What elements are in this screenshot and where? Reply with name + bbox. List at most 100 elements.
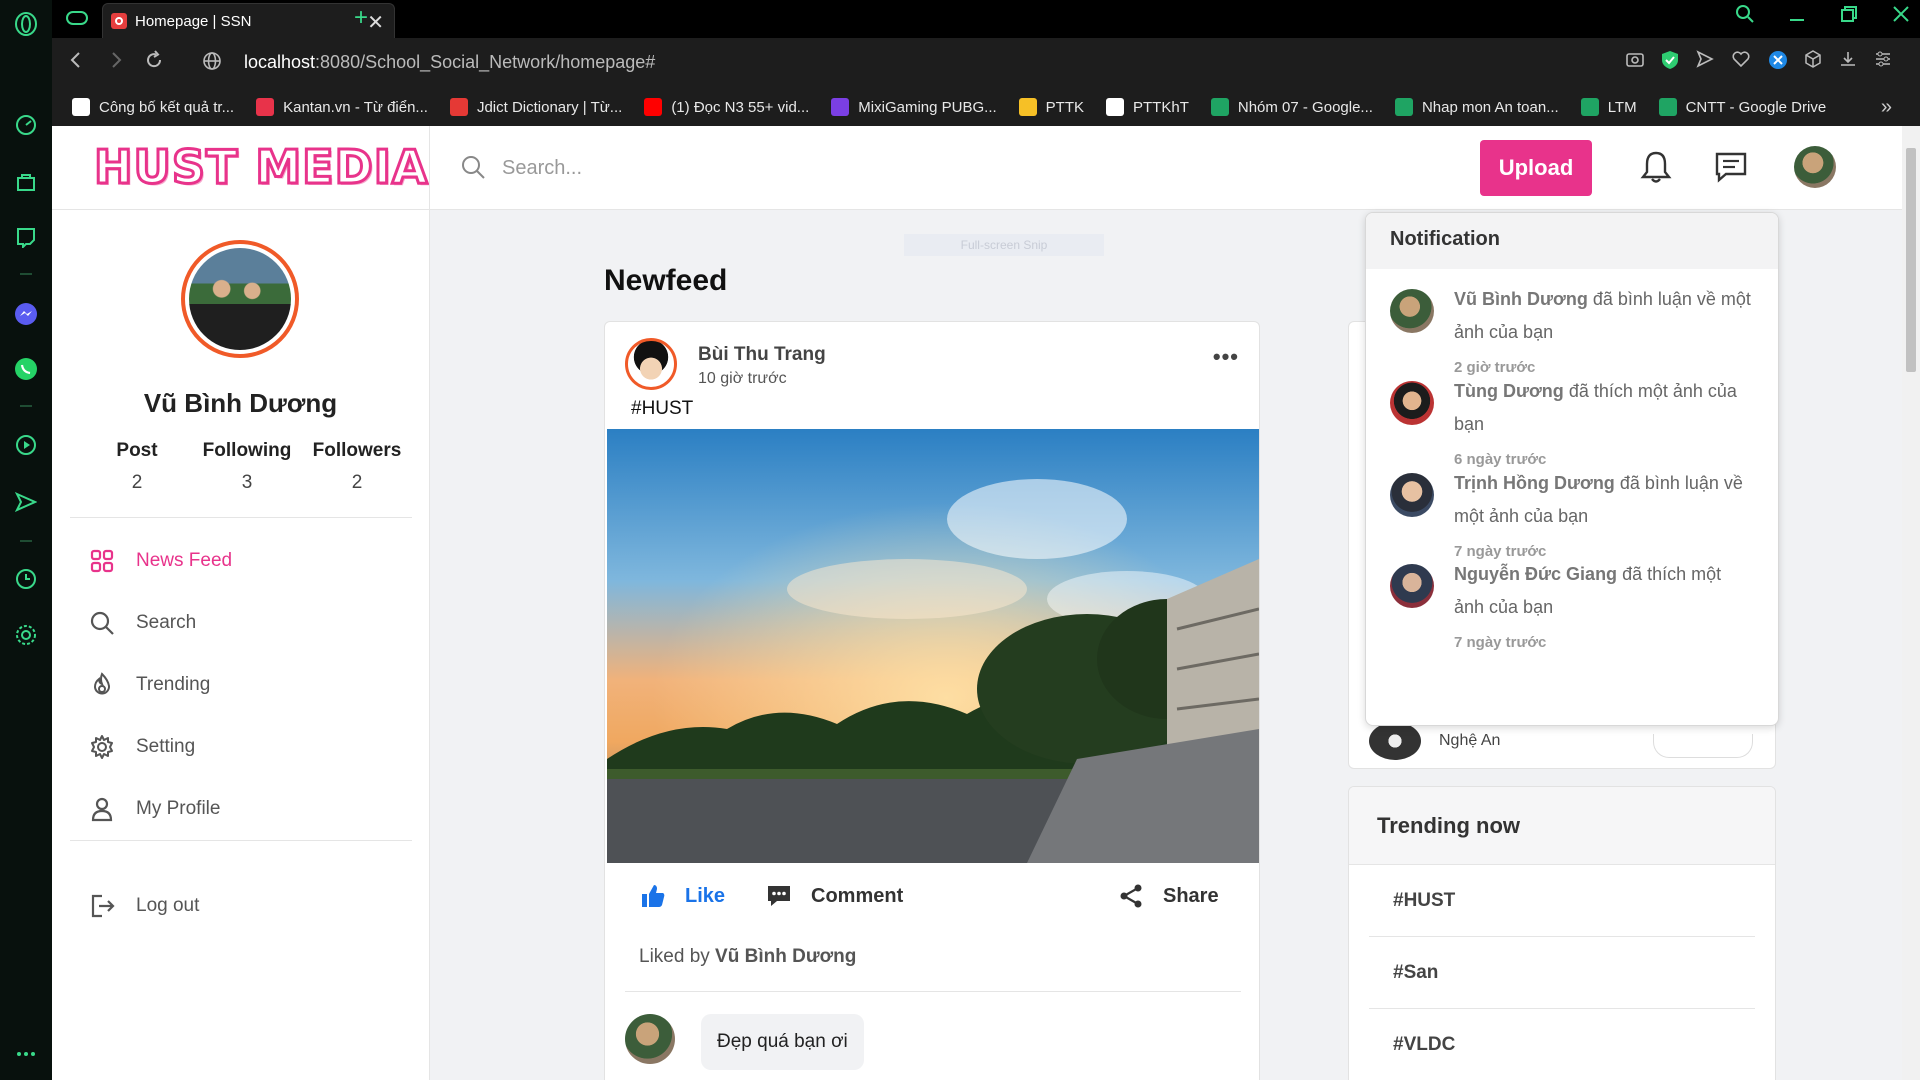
heart-icon[interactable] [1732,50,1750,73]
bookmarks-overflow-icon[interactable]: » [1881,96,1892,119]
bookmark-item[interactable]: Công bố kết quả tr... [72,98,234,116]
search-input[interactable] [502,148,1002,188]
menu-item-my-profile[interactable]: My Profile [88,778,232,840]
extension-icon[interactable] [1768,50,1788,75]
menu-label: My Profile [136,798,221,819]
like-button[interactable]: Like [639,882,725,910]
bookmark-item[interactable]: MixiGaming PUBG... [831,98,997,116]
new-tab-icon[interactable]: + [354,4,368,32]
minimize-icon[interactable] [1788,4,1806,30]
forward-icon[interactable] [108,48,124,78]
trending-item[interactable]: #VLDC [1369,1009,1755,1080]
post-author-avatar[interactable] [625,338,677,390]
close-window-icon[interactable] [1892,4,1910,30]
suggestion-avatar[interactable] [1369,722,1421,760]
bookmark-favicon-icon [1106,98,1125,116]
url-field[interactable]: localhost:8080/School_Social_Network/hom… [244,52,655,73]
stat-posts[interactable]: Post 2 [82,440,192,494]
bookmark-label: PTTKhT [1133,98,1189,116]
hust-media-logo[interactable]: HUST MEDIA [92,139,428,196]
camera-icon[interactable] [1625,50,1645,73]
player-icon[interactable] [14,433,38,457]
page-scrollbar[interactable] [1902,126,1920,1080]
notification-dropdown: Notification Vũ Bình Dương đã bình luận … [1365,212,1779,726]
logout-label: Log out [136,895,200,916]
grid-icon [90,549,114,573]
comment-avatar[interactable] [625,1014,675,1064]
scrollbar-thumb[interactable] [1906,148,1916,372]
divider [70,840,412,841]
left-sidebar: Vũ Bình Dương Post 2 Following 3 Followe… [52,210,429,1080]
bookmark-favicon-icon [644,98,663,116]
share-button[interactable]: Share [1117,882,1219,910]
address-bar: localhost:8080/School_Social_Network/hom… [52,38,1920,88]
bookmark-item[interactable]: PTTK [1018,98,1085,116]
trending-item[interactable]: #San [1369,937,1755,1009]
bookmark-item[interactable]: LTM [1580,98,1637,116]
bookmark-item[interactable]: Kantan.vn - Từ điển... [256,98,428,116]
speed-dial-icon[interactable] [14,113,38,137]
follow-button[interactable] [1653,734,1753,758]
restore-icon[interactable] [1840,4,1858,30]
shield-icon[interactable] [1661,50,1679,75]
comment-button[interactable]: Comment [765,882,903,910]
post-author-name[interactable]: Bùi Thu Trang [698,344,826,366]
header-avatar[interactable] [1794,146,1836,188]
reload-icon[interactable] [144,48,164,78]
close-tab-icon[interactable]: ✕ [367,10,384,35]
bookmark-favicon-icon [1210,98,1229,116]
snip-label: Full-screen Snip [904,234,1104,256]
shopping-icon[interactable] [14,170,38,194]
twitch-icon[interactable] [14,225,38,249]
stat-value: 3 [241,472,253,493]
post-image[interactable] [607,429,1259,863]
history-icon[interactable] [14,567,38,591]
menu-item-trending[interactable]: Trending [88,654,232,716]
bell-icon[interactable] [1637,148,1675,186]
notification-avatar [1390,473,1434,517]
back-icon[interactable] [68,48,84,78]
settings-icon[interactable] [14,623,38,647]
notification-avatar [1390,381,1434,425]
trending-item[interactable]: #HUST [1369,865,1755,937]
logout-button[interactable]: Log out [88,892,199,920]
bookmark-favicon-icon [449,98,468,116]
stat-followers[interactable]: Followers 2 [302,440,412,494]
cube-icon[interactable] [1804,50,1822,73]
whatsapp-icon[interactable] [14,357,38,381]
bookmark-item[interactable]: (1) Đọc N3 55+ vid... [644,98,809,116]
send-icon[interactable] [14,490,38,514]
bookmarks-bar: Công bố kết quả tr... Kantan.vn - Từ điển… [52,88,1920,126]
tab-homepage[interactable]: Homepage | SSN ✕ [102,3,395,38]
bookmark-label: PTTK [1045,98,1085,116]
more-options-icon[interactable]: ••• [1213,344,1239,370]
menu-item-setting[interactable]: Setting [88,716,232,778]
message-icon[interactable] [1712,148,1750,186]
search-tabs-icon[interactable] [1735,4,1755,30]
divider [70,517,412,518]
bookmark-item[interactable]: PTTKhT [1106,98,1189,116]
url-path: :8080/School_Social_Network/homepage# [315,52,656,72]
messenger-icon[interactable] [14,302,38,326]
bookmark-item[interactable]: CNTT - Google Drive [1658,98,1826,116]
menu-label: News Feed [136,550,233,571]
bookmark-item[interactable]: Nhóm 07 - Google... [1210,98,1373,116]
bookmark-label: Kantan.vn - Từ điển... [283,98,428,116]
upload-button[interactable]: Upload [1480,140,1592,196]
bookmark-item[interactable]: Jdict Dictionary | Từ... [449,98,622,116]
bookmark-item[interactable]: Nhap mon An toan... [1394,98,1559,116]
notification-name: Nguyễn Đức Giang [1454,564,1618,584]
menu-item-search[interactable]: Search [88,592,232,654]
easy-setup-icon[interactable] [1874,50,1892,73]
more-icon[interactable] [14,1042,38,1066]
liked-by-name[interactable]: Vũ Bình Dương [715,946,856,967]
download-icon[interactable] [1839,50,1857,73]
search-icon [462,156,485,179]
opera-logo-icon[interactable] [14,12,38,36]
stat-following[interactable]: Following 3 [192,440,302,494]
gamepad-icon[interactable] [66,9,88,32]
stat-label: Followers [312,440,402,461]
send-page-icon[interactable] [1696,50,1714,73]
profile-avatar[interactable] [181,240,299,358]
menu-item-news-feed[interactable]: News Feed [88,530,232,592]
